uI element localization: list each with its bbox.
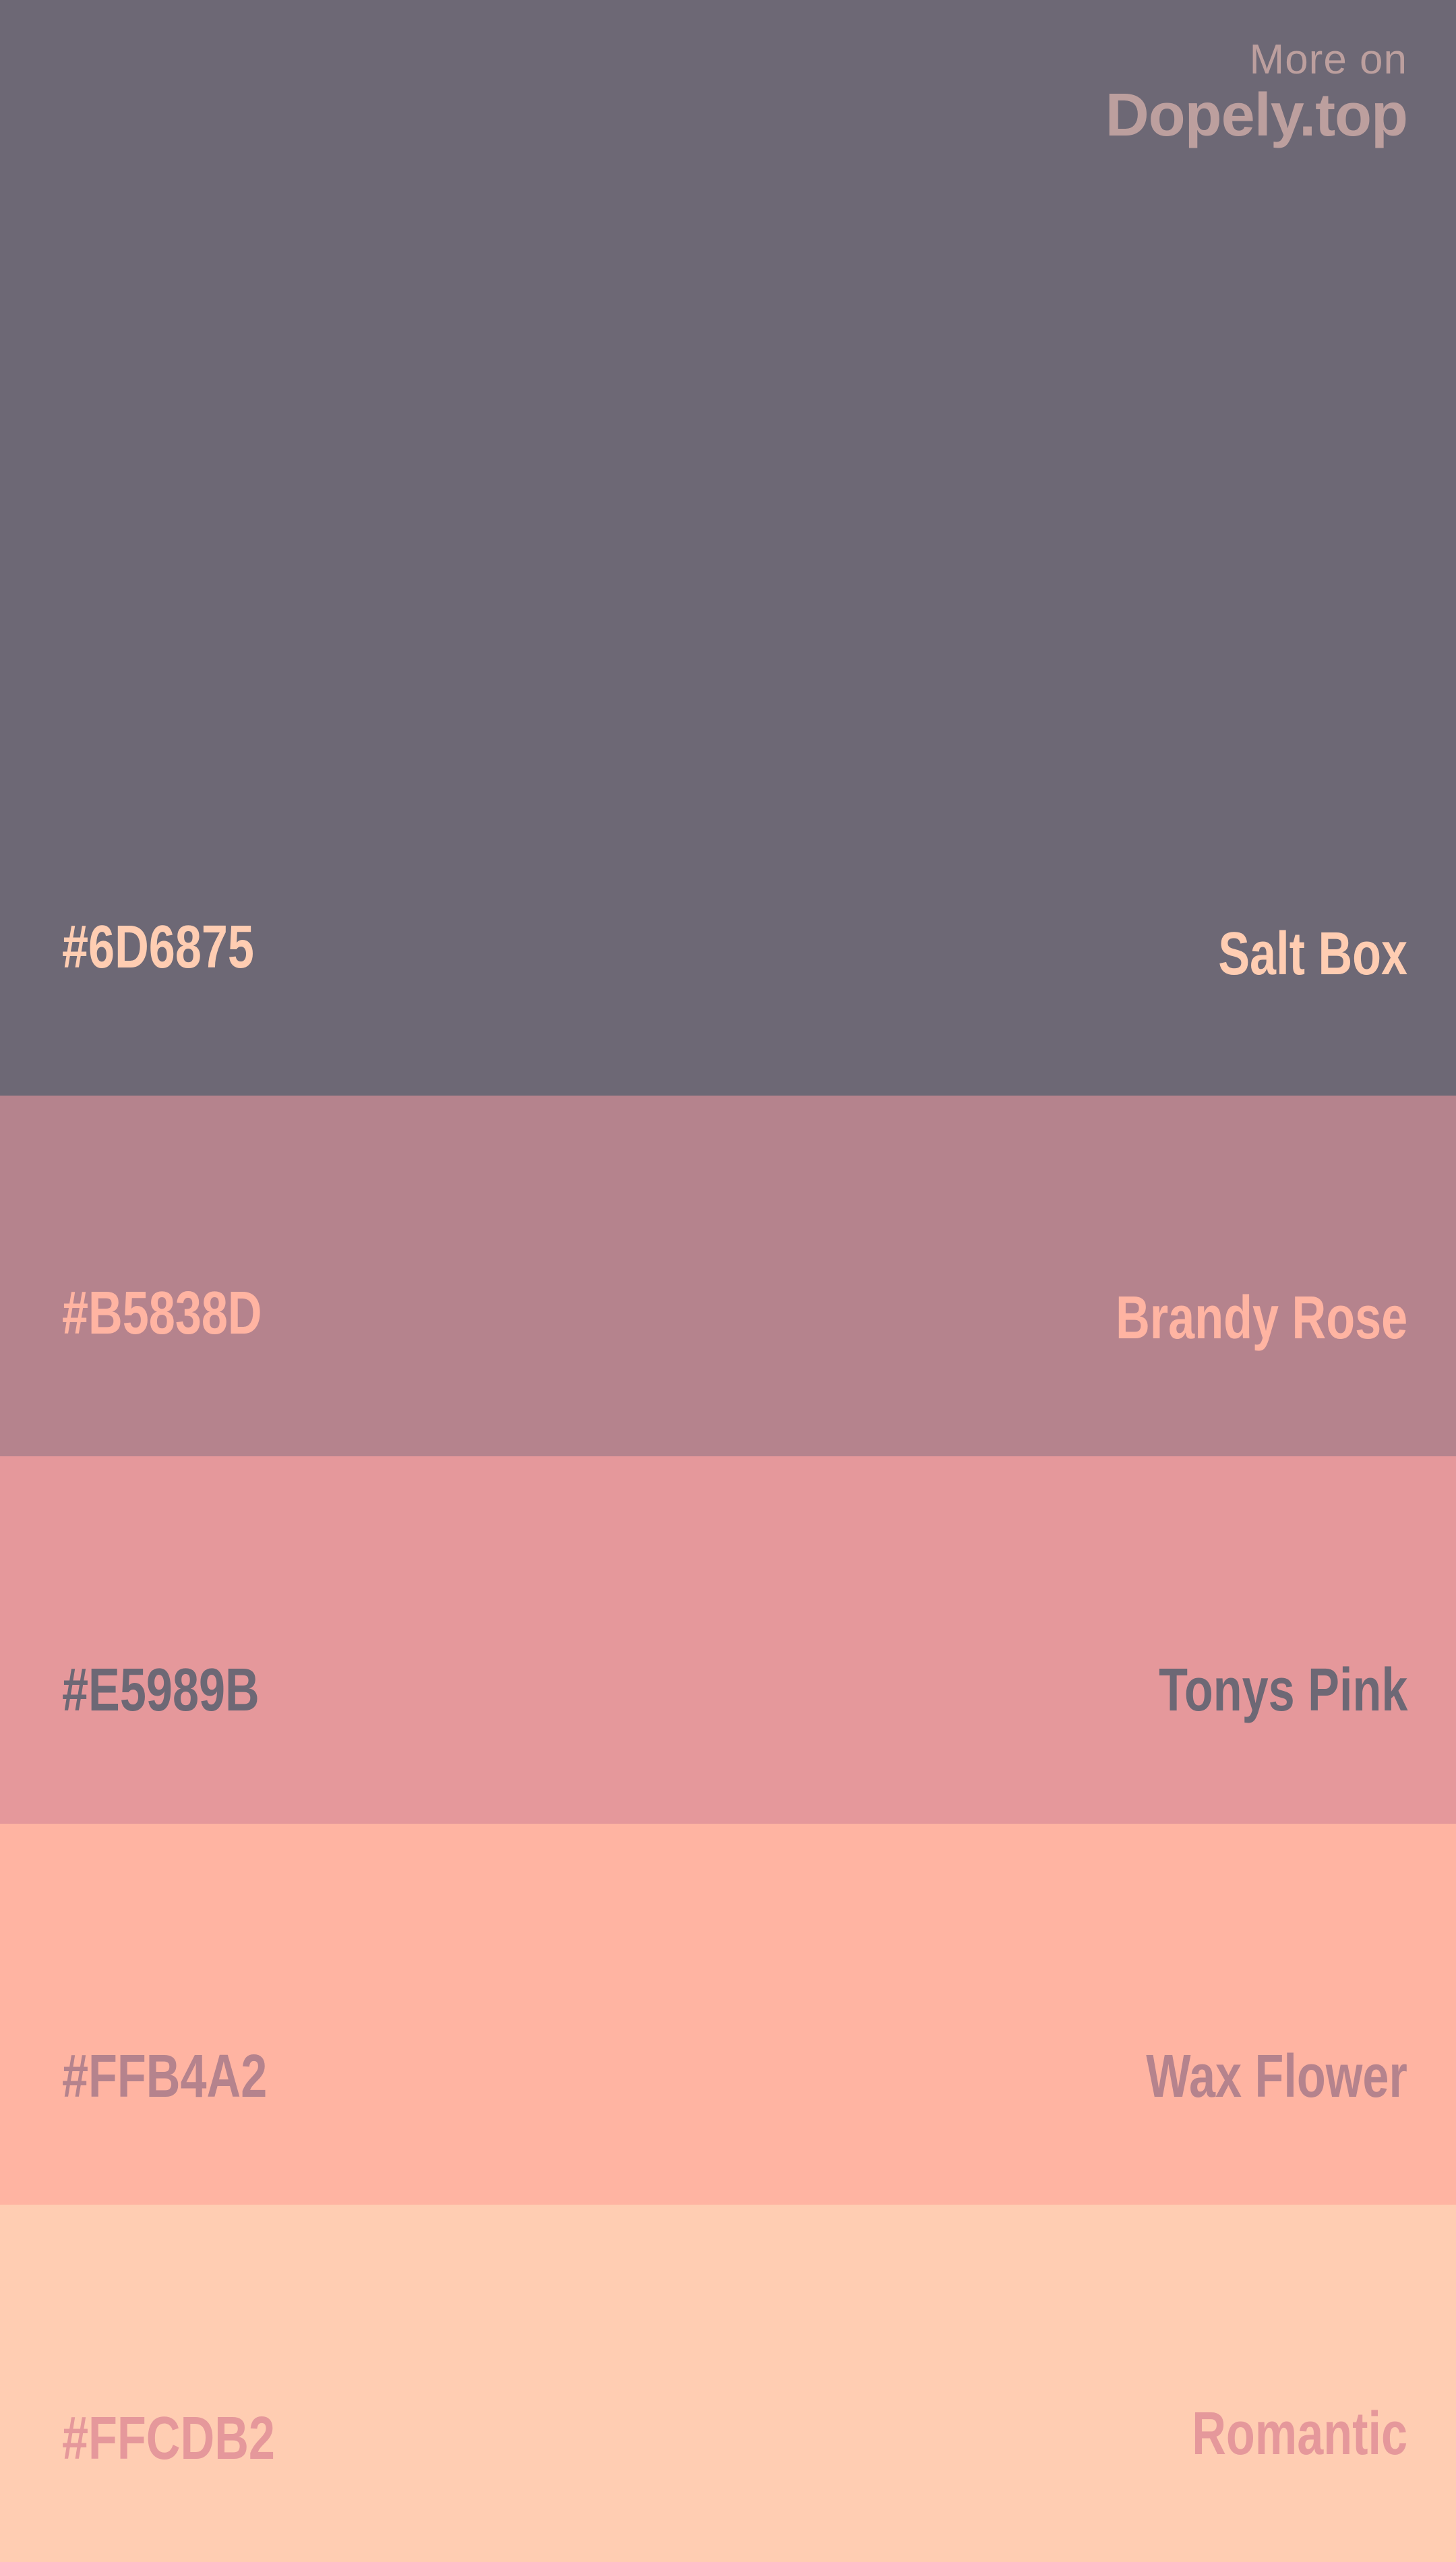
swatch-color-name: Salt Box <box>1218 920 1407 988</box>
swatch-romantic: #FFCDB2 Romantic <box>0 2205 1456 2562</box>
swatch-color-name: Romantic <box>1192 2400 1407 2468</box>
color-palette: #6D6875 Salt Box #B5838D Brandy Rose #E5… <box>0 0 1456 2562</box>
swatch-color-name: Wax Flower <box>1146 2043 1407 2110</box>
brand-tagline: More on <box>1249 36 1407 83</box>
swatch-hex-code: #FFCDB2 <box>62 2405 275 2472</box>
swatch-color-name: Tonys Pink <box>1158 1657 1407 1724</box>
swatch-hex-code: #6D6875 <box>62 914 254 981</box>
swatch-tonys-pink: #E5989B Tonys Pink <box>0 1456 1456 1824</box>
swatch-hex-code: #E5989B <box>62 1657 260 1724</box>
swatch-color-name: Brandy Rose <box>1115 1284 1407 1352</box>
brand-watermark[interactable]: More on Dopely.top <box>1105 36 1408 149</box>
swatch-wax-flower: #FFB4A2 Wax Flower <box>0 1824 1456 2205</box>
swatch-hex-code: #FFB4A2 <box>62 2043 268 2110</box>
brand-logo-text: Dopely.top <box>1105 82 1408 149</box>
swatch-hex-code: #B5838D <box>62 1280 262 1347</box>
swatch-brandy-rose: #B5838D Brandy Rose <box>0 1096 1456 1456</box>
swatch-salt-box: #6D6875 Salt Box <box>0 0 1456 1096</box>
